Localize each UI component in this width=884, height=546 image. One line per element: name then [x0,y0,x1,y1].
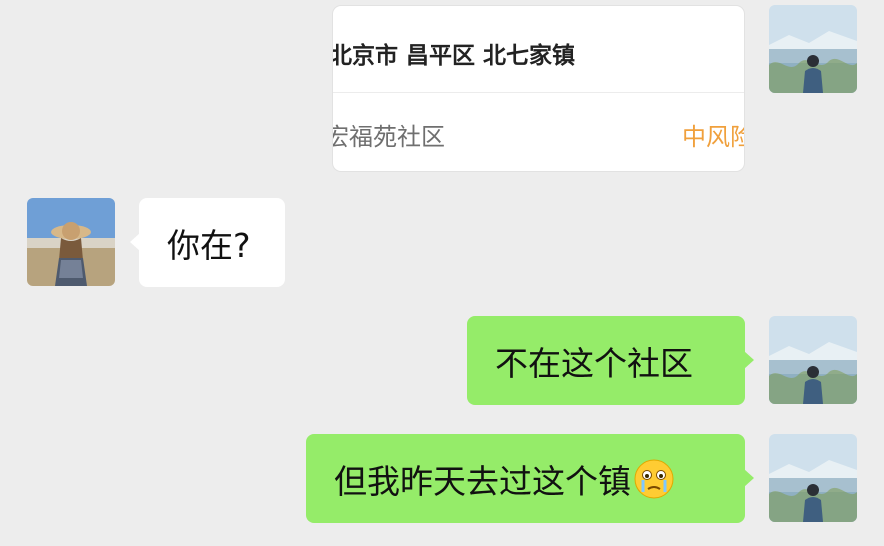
location-card[interactable]: 北京市 昌平区 北七家镇 宏福苑社区 中风险 [333,6,744,171]
message-text: 你在? [167,225,251,265]
contact-avatar[interactable] [27,198,115,286]
card-divider [333,92,744,93]
card-title: 北京市 昌平区 北七家镇 [333,43,576,69]
own-avatar-image [769,5,857,93]
crying-face-emoji-icon [633,458,675,500]
own-avatar[interactable] [769,5,857,93]
card-community: 宏福苑社区 [333,123,445,151]
own-avatar[interactable] [769,434,857,522]
message-bubble-incoming[interactable]: 你在? [130,198,285,287]
message-bubble-outgoing[interactable]: 但我昨天去过这个镇 [306,434,754,523]
message-text: 不在这个社区 [495,343,693,383]
own-avatar-image [769,316,857,404]
card-risk-level: 中风险 [682,123,744,151]
own-avatar[interactable] [769,316,857,404]
message-text: 但我昨天去过这个镇 [334,461,631,501]
own-avatar-image [769,434,857,522]
contact-avatar-image [27,198,115,286]
message-bubble-outgoing[interactable]: 不在这个社区 [467,316,754,405]
